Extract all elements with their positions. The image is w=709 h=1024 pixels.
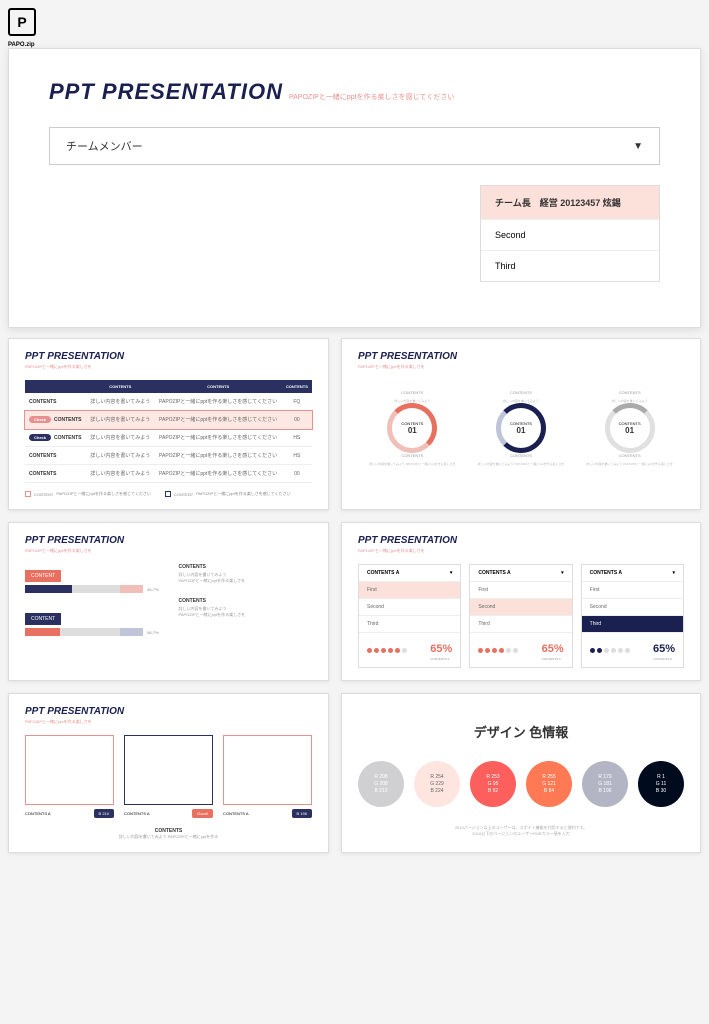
color-swatch: R 255G 121B 84 <box>526 761 572 807</box>
circle-stat: CONTENTS 詳しい内容を書いてみよう CONTENTS01 CONTENT… <box>478 390 565 466</box>
color-swatches: R 208G 208B 210 R 254G 229B 224 R 253G 9… <box>358 761 684 807</box>
thumb-title: PPT PRESENTATION <box>25 535 312 546</box>
progress-ring-icon: CONTENTS01 <box>496 403 546 453</box>
chevron-down-icon: ▾ <box>450 570 453 576</box>
circle-stat: CONTENTS 詳しい内容を書いてみよう CONTENTS01 CONTENT… <box>586 390 673 466</box>
table-row: CONTENTS詳しい内容を書いてみようPAPOZIPと一緒にpptを作る楽しさ… <box>25 447 312 465</box>
chevron-down-icon: ▼ <box>633 141 643 152</box>
table-row: CONTENTS詳しい内容を書いてみようPAPOZIPと一緒にpptを作る楽しさ… <box>25 465 312 483</box>
thumb-title: PPT PRESENTATION <box>358 535 684 546</box>
dots-icon <box>590 648 630 653</box>
dropdown-label: チームメンバー <box>66 138 143 154</box>
chevron-down-icon: ▾ <box>561 570 564 576</box>
color-swatch: R 1G 11B 30 <box>638 761 684 807</box>
thumb-table: PPT PRESENTATION PAPOZIPと一緒にpptを作る楽しさを C… <box>8 338 329 510</box>
bar-row: CONTENT 56.7% <box>25 607 159 636</box>
circle-stat: CONTENTS 詳しい内容を書いてみよう CONTENTS01 CONTENT… <box>369 390 456 466</box>
frame-card: CONTENTS AB 210 <box>25 735 114 818</box>
color-notes: 2013バージョン以上のユーザーは、スポイト機能を利用すると便利です。 2010… <box>358 825 684 838</box>
thumb-title: PPT PRESENTATION <box>358 351 684 362</box>
color-swatch: R 253G 95B 92 <box>470 761 516 807</box>
dropdown-menu: チーム長 経営 20123457 炫錫 Second Third <box>480 185 660 282</box>
chevron-down-icon: ▾ <box>672 570 675 576</box>
color-swatch: R 208G 208B 210 <box>358 761 404 807</box>
content-table: CONTENTSCONTENTSCONTENTS CONTENTS詳しい内容を書… <box>25 380 312 483</box>
thumb-subtitle: PAPOZIPと一緒にpptを作る楽しさを <box>25 719 312 725</box>
card: CONTENTS A▾ First Second Third 65%CONTEN… <box>358 564 461 668</box>
thumb-frames: PPT PRESENTATION PAPOZIPと一緒にpptを作る楽しさを C… <box>8 693 329 853</box>
dots-icon <box>478 648 518 653</box>
slide-title: PPT PRESENTATION <box>49 79 283 105</box>
color-swatch: R 179G 181B 196 <box>582 761 628 807</box>
thumb-subtitle: PAPOZIPと一緒にpptを作る楽しさを <box>25 548 312 554</box>
thumb-title: PPT PRESENTATION <box>25 706 312 717</box>
menu-item[interactable]: Second <box>481 220 659 251</box>
main-slide: PPT PRESENTATION PAPOZIPと一緒にpptを作る楽しさを感じ… <box>8 48 701 328</box>
dots-icon <box>367 648 407 653</box>
table-row: CONTENTS詳しい内容を書いてみようPAPOZIPと一緒にpptを作る楽しさ… <box>25 393 312 411</box>
logo-mark: P <box>8 8 36 36</box>
thumb-bars: PPT PRESENTATION PAPOZIPと一緒にpptを作る楽しさを C… <box>8 522 329 681</box>
thumb-circles: PPT PRESENTATION PAPOZIPと一緒にpptを作る楽しさを C… <box>341 338 701 510</box>
slide-subtitle: PAPOZIPと一緒にpptを作る楽しさを感じてください <box>289 92 454 102</box>
menu-item[interactable]: チーム長 経営 20123457 炫錫 <box>481 186 659 220</box>
thumb-subtitle: PAPOZIPと一緒にpptを作る楽しさを <box>25 364 312 370</box>
thumb-title: PPT PRESENTATION <box>25 351 312 362</box>
frame-card: CONTENTS AB 196 <box>223 735 312 818</box>
table-row: CheckCONTENTS詳しい内容を書いてみようPAPOZIPと一緒にpptを… <box>25 411 312 429</box>
card: CONTENTS A▾ First Second Third 65%CONTEN… <box>469 564 572 668</box>
card: CONTENTS A▾ First Second Third 65%CONTEN… <box>581 564 684 668</box>
frame-card: CONTENTS AGood! <box>124 735 213 818</box>
progress-ring-icon: CONTENTS01 <box>387 403 437 453</box>
bar-row: CONTENT 45.7% <box>25 564 159 593</box>
team-dropdown[interactable]: チームメンバー ▼ <box>49 127 660 165</box>
table-legend: CONTENT PAPOZIPと一緒にpptを作る楽しさを感じてください CON… <box>25 491 312 497</box>
progress-ring-icon: CONTENTS01 <box>605 403 655 453</box>
colors-title: デザイン 色情報 <box>358 722 684 741</box>
color-swatch: R 254G 229B 224 <box>414 761 460 807</box>
thumb-cards: PPT PRESENTATION PAPOZIPと一緒にpptを作る楽しさを C… <box>341 522 701 681</box>
table-row: CheckCONTENTS詳しい内容を書いてみようPAPOZIPと一緒にpptを… <box>25 429 312 447</box>
thumb-colors: デザイン 色情報 R 208G 208B 210 R 254G 229B 224… <box>341 693 701 853</box>
thumb-subtitle: PAPOZIPと一緒にpptを作る楽しさを <box>358 548 684 554</box>
menu-item[interactable]: Third <box>481 251 659 281</box>
thumb-subtitle: PAPOZIPと一緒にpptを作る楽しさを <box>358 364 684 370</box>
